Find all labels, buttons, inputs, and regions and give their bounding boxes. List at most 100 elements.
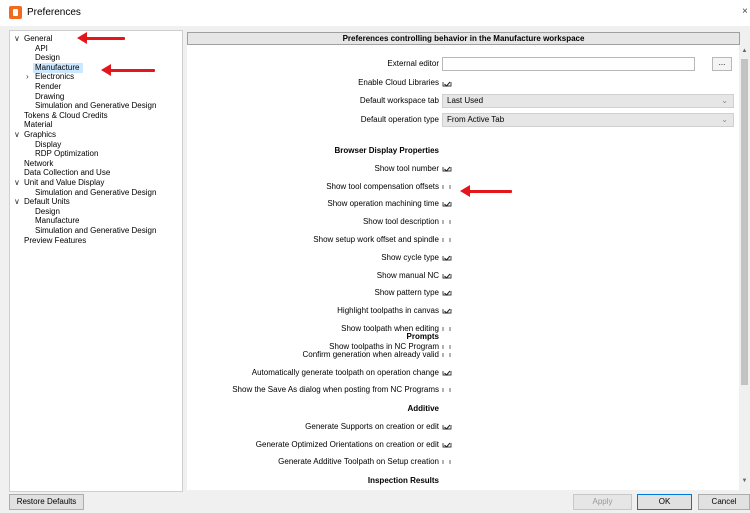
tree-item-label: Default Units [24,197,70,207]
tree-item-label: Preview Features [24,235,87,245]
option-label: Show cycle type [381,252,439,262]
option-checkbox[interactable] [442,236,452,244]
option-label: Generate Optimized Orientations on creat… [255,439,439,449]
tree-item-label: Design [35,53,60,63]
section-title: Browser Display Properties [334,146,439,155]
tree-item-label: Drawing [35,91,65,101]
chevron-down-icon: ⌄ [721,96,728,105]
option-checkbox[interactable] [442,441,452,449]
option-checkbox[interactable] [442,343,452,351]
tree-item-tokens-cloud-credits[interactable]: Tokens & Cloud Credits [24,111,108,121]
section-title: Prompts [406,332,439,341]
option-checkbox[interactable] [442,289,452,297]
tree-item-label: Manufacture [35,216,80,226]
ok-button[interactable]: OK [637,494,692,510]
tree-item-api[interactable]: API [35,44,48,54]
tree-item-manufacture[interactable]: Manufacture [33,62,84,73]
option-label: Show pattern type [374,288,439,298]
option-checkbox[interactable] [442,325,452,333]
option-label: Show the Save As dialog when posting fro… [232,385,439,395]
option-checkbox[interactable] [442,369,452,377]
tree-item-label: Simulation and Generative Design [35,226,157,235]
tree-item-unit-and-value-display[interactable]: Unit and Value Display [24,178,104,188]
title-bar: Preferences × [0,0,750,26]
option-label: Show tool description [362,217,439,227]
tree-item-simulation-and-generative-design[interactable]: Simulation and Generative Design [35,101,156,111]
default-op-value: From Active Tab [447,115,505,124]
tree-item-label: RDP Optimization [35,149,99,159]
tree-item-drawing[interactable]: Drawing [35,92,64,102]
external-editor-input[interactable] [442,57,695,71]
default-tab-label: Default workspace tab [359,96,439,105]
tree-item-design[interactable]: Design [35,207,60,217]
external-editor-label: External editor [387,59,439,68]
tree-item-material[interactable]: Material [24,120,52,130]
option-label: Show manual NC [376,270,439,280]
option-checkbox[interactable] [442,183,452,191]
tree-item-label: Graphics [24,130,57,139]
chevron-down-icon[interactable]: ∨ [14,130,20,139]
tree-item-label: Design [35,206,60,216]
tree-item-label: Tokens & Cloud Credits [24,110,108,120]
cancel-button[interactable]: Cancel [698,494,750,510]
tree-item-data-collection-and-use[interactable]: Data Collection and Use [24,168,110,178]
restore-defaults-button[interactable]: Restore Defaults [9,494,84,510]
default-tab-value: Last Used [447,96,484,105]
option-label: Generate Additive Toolpath on Setup crea… [278,457,439,467]
tree-item-label: Simulation and Generative Design [35,101,157,111]
chevron-down-icon[interactable]: ∨ [14,197,20,206]
option-checkbox[interactable] [442,458,452,466]
tree-item-simulation-and-generative-design[interactable]: Simulation and Generative Design [35,226,156,236]
option-label: Show setup work offset and spindle [313,235,439,244]
option-label: Show operation machining time [327,199,439,209]
close-icon[interactable]: × [742,6,748,17]
annotation-arrow-manufacture [101,64,155,76]
chevron-down-icon[interactable]: ∨ [14,34,20,43]
option-checkbox[interactable] [442,386,452,394]
option-checkbox[interactable] [442,200,452,208]
cloud-libraries-checkbox[interactable] [442,80,452,88]
chevron-down-icon[interactable]: ∨ [14,178,20,187]
scroll-down-icon[interactable]: ▼ [740,477,749,486]
tree-item-simulation-and-generative-design[interactable]: Simulation and Generative Design [35,188,156,198]
panel-scrollbar[interactable]: ▲ ▼ [740,45,749,490]
tree-item-manufacture[interactable]: Manufacture [35,216,79,226]
option-checkbox[interactable] [442,272,452,280]
option-checkbox[interactable] [442,351,452,359]
option-checkbox[interactable] [442,423,452,431]
option-checkbox[interactable] [442,165,452,173]
option-label: Confirm generation when already valid [302,349,439,359]
tree-item-display[interactable]: Display [35,140,61,150]
tree-item-general[interactable]: General [24,34,52,44]
section-title: Inspection Results [367,476,439,485]
option-label: Show tool compensation offsets [326,181,439,191]
cloud-libraries-label: Enable Cloud Libraries [358,78,439,87]
default-op-select[interactable]: From Active Tab ⌄ [442,113,734,127]
option-label: Automatically generate toolpath on opera… [251,367,439,377]
tree-item-preview-features[interactable]: Preview Features [24,236,86,246]
scrollbar-thumb[interactable] [741,59,748,385]
app-icon [9,6,22,19]
annotation-arrow-general [77,32,125,44]
option-checkbox[interactable] [442,254,452,262]
tree-item-render[interactable]: Render [35,82,61,92]
chevron-right-icon[interactable]: › [26,72,29,81]
tree-item-default-units[interactable]: Default Units [24,197,70,207]
option-label: Generate Supports on creation or edit [305,421,439,431]
option-checkbox[interactable] [442,218,452,226]
browse-editor-button[interactable]: ... [712,57,732,71]
annotation-arrow-machining-time [460,185,512,197]
tree-item-electronics[interactable]: Electronics [35,72,74,82]
tree-item-network[interactable]: Network [24,159,53,169]
tree-item-rdp-optimization[interactable]: RDP Optimization [35,149,98,159]
scroll-up-icon[interactable]: ▲ [740,47,749,56]
option-checkbox[interactable] [442,307,452,315]
tree-item-graphics[interactable]: Graphics [24,130,56,140]
tree-item-label: API [35,43,48,53]
apply-button[interactable]: Apply [573,494,632,510]
tree-item-label: Unit and Value Display [24,178,105,187]
window-title: Preferences [27,7,81,18]
default-tab-select[interactable]: Last Used ⌄ [442,94,734,108]
tree-item-design[interactable]: Design [35,53,60,63]
section-title: Additive [407,404,439,413]
